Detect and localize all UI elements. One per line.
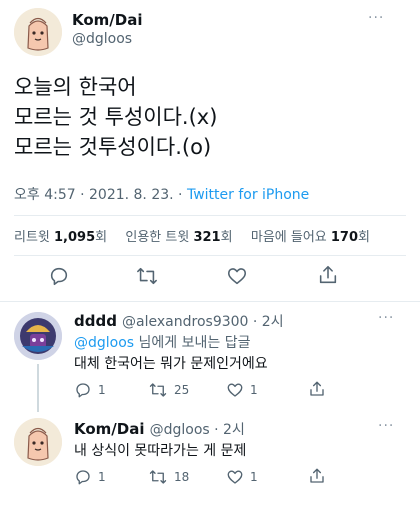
- share-action[interactable]: [308, 467, 326, 485]
- reply-icon[interactable]: [48, 265, 70, 287]
- more-icon[interactable]: ···: [378, 418, 394, 434]
- like-icon: [227, 470, 243, 484]
- retweets-stat[interactable]: 리트윗 1,095회: [14, 230, 107, 245]
- like-icon[interactable]: [226, 265, 248, 287]
- divider: [14, 255, 406, 256]
- likes-stat[interactable]: 마음에 들어요 170회: [251, 230, 370, 245]
- tweet-line: 모르는 것 투성이다.(x): [14, 105, 218, 129]
- reply-avatar[interactable]: [14, 418, 62, 466]
- reply-action[interactable]: 1: [74, 468, 106, 486]
- reply-icon: [76, 383, 90, 398]
- reply-author-handle[interactable]: @dgloos · 2시: [150, 422, 245, 438]
- reply-author-handle[interactable]: @alexandros9300 · 2시: [122, 314, 284, 330]
- quotes-value: 321: [193, 230, 221, 245]
- divider: [14, 215, 406, 216]
- reply-action[interactable]: 1: [74, 381, 106, 399]
- main-author-name[interactable]: Kom/Dai: [72, 11, 143, 29]
- tweet-line: 모르는 것투성이다.(o): [14, 135, 212, 159]
- likes-label: 마음에 들어요: [250, 230, 331, 245]
- reply-avatar[interactable]: [14, 312, 62, 360]
- reply-author-name[interactable]: Kom/Dai: [74, 420, 145, 438]
- retweet-count: 25: [174, 383, 190, 397]
- reply-count: 1: [98, 470, 106, 484]
- like-icon: [227, 383, 243, 397]
- reply-count: 1: [98, 383, 106, 397]
- likes-unit: 회: [358, 230, 370, 245]
- share-icon[interactable]: [317, 264, 339, 286]
- tweet-body: 오늘의 한국어 모르는 것 투성이다.(x) 모르는 것투성이다.(o): [14, 72, 217, 162]
- main-author-handle[interactable]: @dgloos: [72, 31, 132, 47]
- avatar-icon: [14, 8, 62, 56]
- retweet-icon: [149, 470, 167, 484]
- like-action[interactable]: 1: [226, 381, 258, 399]
- quotes-unit: 회: [220, 230, 233, 245]
- like-count: 1: [250, 383, 258, 397]
- reply-to: @dgloos 님에게 보내는 답글: [74, 332, 250, 352]
- share-action[interactable]: [308, 380, 326, 398]
- quotes-stat[interactable]: 인용한 트윗 321회: [125, 230, 232, 245]
- retweets-unit: 회: [95, 230, 108, 245]
- share-icon: [310, 381, 324, 396]
- reply-icon: [76, 470, 90, 485]
- quotes-label: 인용한 트윗: [125, 230, 194, 245]
- reply-to-suffix: 님에게 보내는 답글: [134, 335, 251, 351]
- retweet-action[interactable]: 18: [148, 468, 189, 486]
- thread-line: [37, 364, 39, 412]
- tweet-timestamp[interactable]: 오후 4:57 · 2021. 8. 23. ·: [14, 187, 187, 203]
- reply-author-name[interactable]: dddd: [74, 312, 117, 330]
- tweet-meta: 오후 4:57 · 2021. 8. 23. · Twitter for iPh…: [14, 184, 309, 204]
- tweet-line: 오늘의 한국어: [14, 75, 137, 99]
- divider: [0, 301, 420, 302]
- reply-text: 대체 한국어는 뭐가 문제인거에요: [74, 356, 268, 372]
- reply-to-mention[interactable]: @dgloos: [74, 335, 134, 351]
- reply-header: dddd @alexandros9300 · 2시: [74, 311, 284, 331]
- likes-value: 170: [330, 230, 359, 245]
- retweet-action[interactable]: 25: [148, 381, 189, 399]
- tweet-source[interactable]: Twitter for iPhone: [187, 187, 309, 203]
- reply-text: 내 상식이 못따라가는 게 문제: [74, 443, 247, 459]
- tweet-stats: 리트윗 1,095회 인용한 트윗 321회 마음에 들어요 170회: [14, 226, 370, 245]
- more-icon[interactable]: ···: [378, 310, 394, 326]
- retweets-label: 리트윗: [14, 230, 55, 245]
- like-action[interactable]: 1: [226, 468, 258, 486]
- more-icon[interactable]: ···: [368, 10, 384, 26]
- retweet-count: 18: [174, 470, 190, 484]
- avatar-icon: [14, 312, 62, 360]
- main-avatar[interactable]: [14, 8, 62, 56]
- retweet-icon: [149, 383, 167, 397]
- retweet-icon[interactable]: [135, 265, 159, 287]
- reply-header: Kom/Dai @dgloos · 2시: [74, 419, 245, 439]
- like-count: 1: [250, 470, 258, 484]
- avatar-icon: [14, 418, 62, 466]
- share-icon: [310, 468, 324, 483]
- retweets-value: 1,095: [54, 230, 96, 245]
